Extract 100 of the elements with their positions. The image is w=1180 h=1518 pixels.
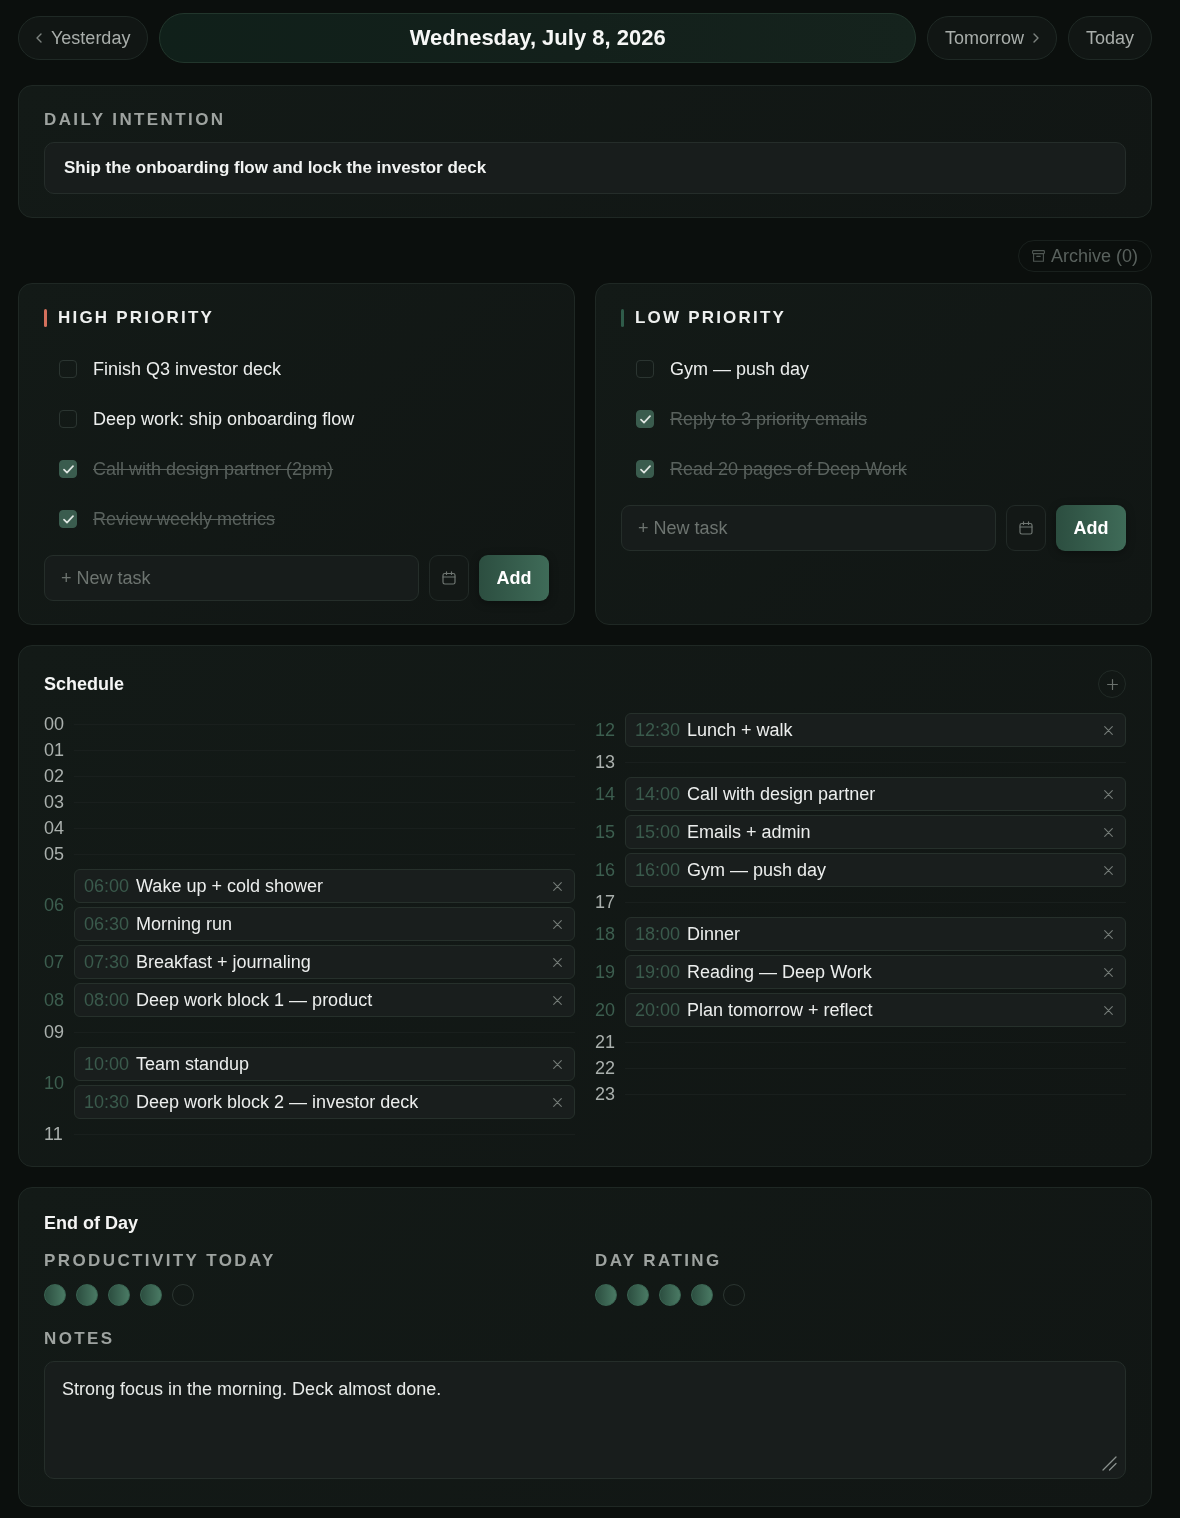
checkbox[interactable] [636, 460, 654, 478]
checkbox[interactable] [59, 360, 77, 378]
event-block[interactable]: 06:00 Wake up + cold shower [74, 869, 575, 903]
rating-dot-icon[interactable] [44, 1284, 66, 1306]
event-title: Breakfast + journaling [136, 951, 311, 973]
new-task-field[interactable]: + New task [621, 505, 996, 551]
task-text: Reply to 3 priority emails [670, 408, 868, 430]
close-icon[interactable] [1104, 929, 1113, 939]
event-title: Emails + admin [687, 821, 811, 843]
intention-field[interactable]: Ship the onboarding flow and lock the investor deck [44, 142, 1126, 194]
hour-label: 07 [44, 951, 66, 973]
event-time: 10:30 [84, 1091, 130, 1113]
close-icon[interactable] [553, 881, 562, 891]
hour-label: 10 [44, 1072, 66, 1094]
close-icon[interactable] [1104, 1005, 1113, 1015]
checkbox[interactable] [59, 410, 77, 428]
event-block[interactable]: 18:00 Dinner [625, 917, 1126, 951]
date-picker-button[interactable] [1006, 505, 1046, 551]
close-icon[interactable] [1104, 789, 1113, 799]
checkbox[interactable] [636, 360, 654, 378]
event-time: 12:30 [635, 719, 681, 741]
event-time: 10:00 [84, 1053, 130, 1075]
event-block[interactable]: 14:00 Call with design partner [625, 777, 1126, 811]
event-time: 15:00 [635, 821, 681, 843]
close-icon[interactable] [1104, 967, 1113, 977]
section-label: DAY RATING [595, 1251, 723, 1271]
hour-label: 06 [44, 894, 66, 916]
close-icon[interactable] [553, 1097, 562, 1107]
list-title: LOW PRIORITY [635, 308, 787, 328]
hour-label: 18 [595, 923, 617, 945]
rating-dot-icon[interactable] [108, 1284, 130, 1306]
new-task-field[interactable]: + New task [44, 555, 419, 601]
checkbox[interactable] [59, 510, 77, 528]
event-title: Reading — Deep Work [687, 961, 872, 983]
event-block[interactable]: 10:30 Deep work block 2 — investor deck [74, 1085, 575, 1119]
hour-label: 01 [44, 739, 66, 761]
event-title: Gym — push day [687, 859, 827, 881]
section-label: NOTES [44, 1329, 116, 1349]
notes-field[interactable]: Strong focus in the morning. Deck almost done. [44, 1361, 1126, 1479]
plus-icon [1106, 678, 1118, 690]
hour-label: 00 [44, 713, 66, 735]
event-block[interactable]: 07:30 Breakfast + journaling [74, 945, 575, 979]
event-block[interactable]: 10:00 Team standup [74, 1047, 575, 1081]
rating-dot-icon[interactable] [595, 1284, 617, 1306]
calendar-icon [1019, 521, 1033, 535]
event-time: 14:00 [635, 783, 681, 805]
rating-dot-icon[interactable] [76, 1284, 98, 1306]
event-time: 20:00 [635, 999, 681, 1021]
rating-dot-icon[interactable] [627, 1284, 649, 1306]
event-time: 06:30 [84, 913, 130, 935]
add-button[interactable]: Add [479, 555, 549, 601]
date-picker-button[interactable] [429, 555, 469, 601]
rating-dot-icon[interactable] [140, 1284, 162, 1306]
close-icon[interactable] [1104, 725, 1113, 735]
checkbox[interactable] [636, 410, 654, 428]
event-time: 06:00 [84, 875, 130, 897]
task-text: Call with design partner (2pm) [93, 458, 334, 480]
event-block[interactable]: 08:00 Deep work block 1 — product [74, 983, 575, 1017]
close-icon[interactable] [553, 957, 562, 967]
event-block[interactable]: 06:30 Morning run [74, 907, 575, 941]
hour-label: 08 [44, 989, 66, 1011]
hour-label: 22 [595, 1057, 617, 1079]
event-block[interactable]: 15:00 Emails + admin [625, 815, 1126, 849]
event-title: Plan tomorrow + reflect [687, 999, 873, 1021]
check-icon [62, 464, 74, 474]
chevron-right-icon [1032, 33, 1039, 43]
hour-label: 20 [595, 999, 617, 1021]
close-icon[interactable] [553, 1059, 562, 1069]
add-button[interactable]: Add [1056, 505, 1126, 551]
event-title: Lunch + walk [687, 719, 793, 741]
event-time: 19:00 [635, 961, 681, 983]
list-title: HIGH PRIORITY [58, 308, 215, 328]
checkbox[interactable] [59, 460, 77, 478]
hour-label: 04 [44, 817, 66, 839]
event-block[interactable]: 20:00 Plan tomorrow + reflect [625, 993, 1126, 1027]
close-icon[interactable] [1104, 827, 1113, 837]
event-title: Call with design partner [687, 783, 876, 805]
close-icon[interactable] [553, 919, 562, 929]
rating-dot-icon[interactable] [691, 1284, 713, 1306]
event-block[interactable]: 19:00 Reading — Deep Work [625, 955, 1126, 989]
task-text: Review weekly metrics [93, 508, 276, 530]
hour-label: 19 [595, 961, 617, 983]
rating-dot-icon[interactable] [659, 1284, 681, 1306]
hour-label: 02 [44, 765, 66, 787]
hour-label: 13 [595, 751, 617, 773]
yesterday-button[interactable]: Yesterday [18, 16, 149, 60]
event-block[interactable]: 12:30 Lunch + walk [625, 713, 1126, 747]
section-label: PRODUCTIVITY TODAY [44, 1251, 277, 1271]
today-button[interactable]: Today [1067, 16, 1152, 60]
event-block[interactable]: 16:00 Gym — push day [625, 853, 1126, 887]
close-icon[interactable] [1104, 865, 1113, 875]
event-title: Morning run [136, 913, 233, 935]
check-icon [639, 414, 651, 424]
event-title: Deep work block 2 — investor deck [136, 1091, 419, 1113]
hour-label: 15 [595, 821, 617, 843]
hour-label: 14 [595, 783, 617, 805]
resize-handle-icon[interactable] [1101, 1455, 1117, 1471]
check-icon [62, 514, 74, 524]
close-icon[interactable] [553, 995, 562, 1005]
tomorrow-button[interactable]: Tomorrow [926, 16, 1057, 60]
